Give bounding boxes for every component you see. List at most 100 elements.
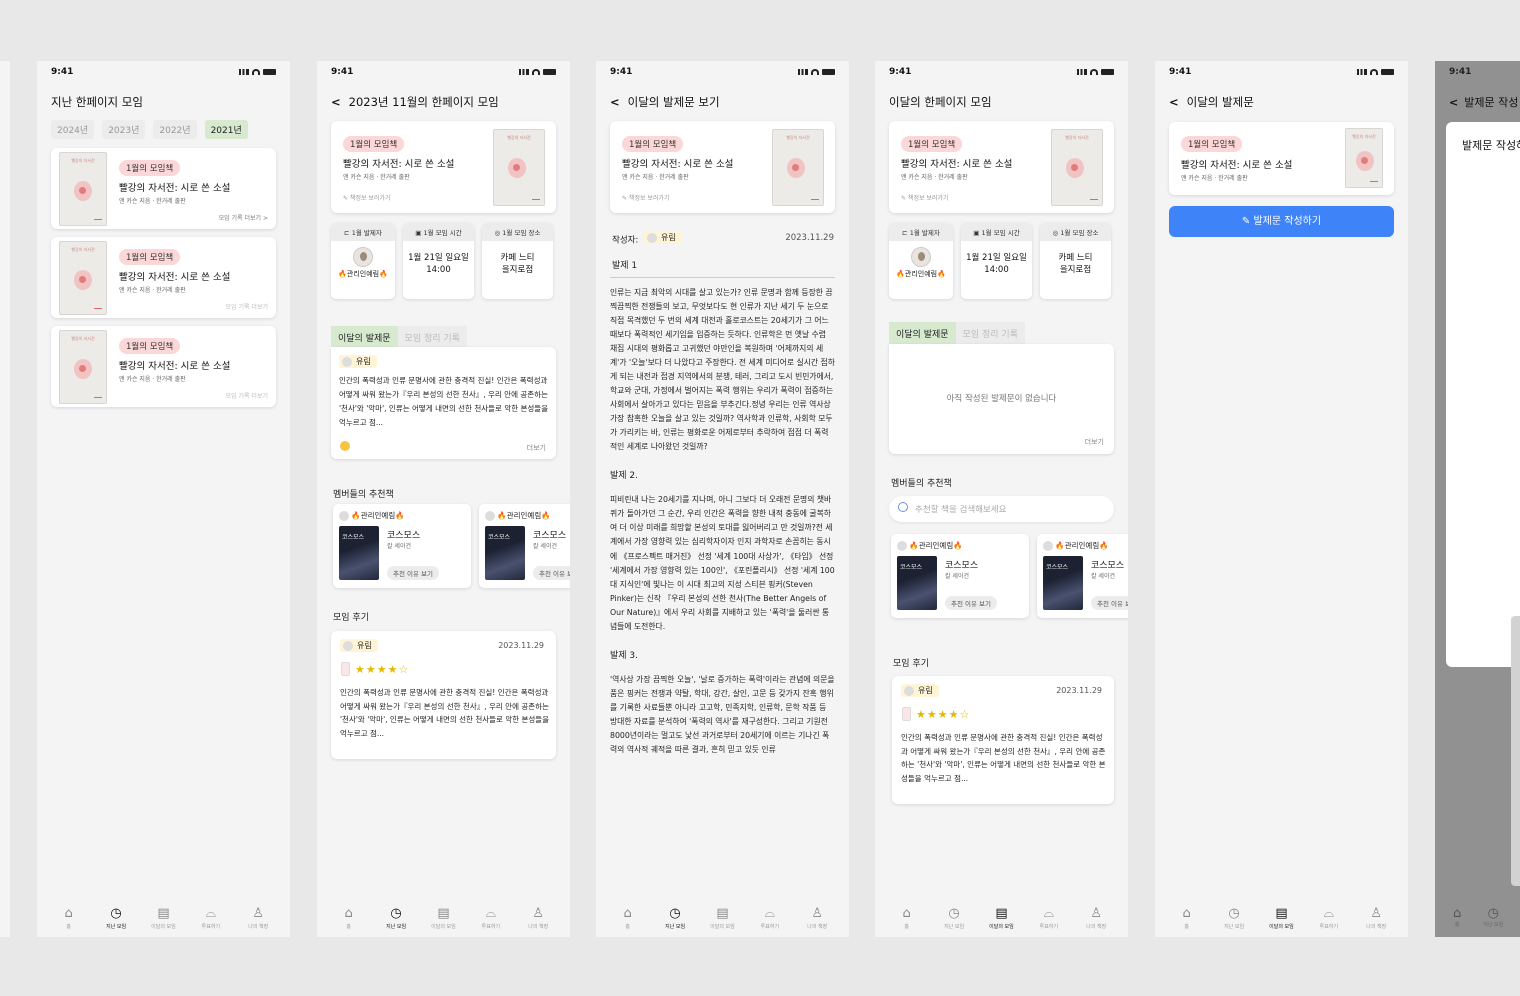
meeting-card[interactable]: 빨강의 자서전 1월의 모임책 빨강의 자서전: 시로 쓴 소설 앤 카슨 지음… <box>51 237 276 318</box>
tab-record[interactable]: 모임 정리 기록 <box>955 322 1025 345</box>
nav-mybook[interactable]: ♙ 나의 책장 <box>1353 897 1399 937</box>
tab-presentation[interactable]: 이달의 발제문 <box>331 326 398 349</box>
nav-mybook[interactable]: ♙ 나의 책장 <box>515 897 561 937</box>
person-icon: ♙ <box>1090 906 1103 921</box>
home-icon: ⌂ <box>902 906 911 921</box>
rec-reason-button[interactable]: 추천 이유 보기 <box>945 596 998 610</box>
search-icon <box>898 502 908 512</box>
nav-past[interactable]: ◷ 지난 모임 <box>1483 902 1503 937</box>
battery-icon <box>1381 69 1394 75</box>
meeting-info: ⊏ 1월 발제자 🔥관리인예림🔥 ▣ 1월 모임 시간 1월 21일 일요일 14:0… <box>889 223 1111 299</box>
year-2022-tab[interactable]: 2022년 <box>153 120 197 139</box>
nav-home[interactable]: ⌂ 홈 <box>326 897 372 937</box>
nav-mybook[interactable]: ♙ 나의 책장 <box>794 897 840 937</box>
year-2021-tab[interactable]: 2021년 <box>204 120 248 139</box>
nav-mybook[interactable]: ♙ 나의 책장 <box>1073 897 1119 937</box>
nav-vote[interactable]: ⌓ 투표하기 <box>747 897 793 937</box>
nav-month[interactable]: ▤ 이달의 모임 <box>699 897 745 937</box>
nav-vote[interactable]: ⌓ 투표하기 <box>1026 897 1072 937</box>
presentation-card[interactable]: 유림 인간의 폭력성과 인류 문명사에 관한 충격적 진실! 인간은 폭력성과 … <box>331 347 556 459</box>
nav-vote[interactable]: ⌓ 투표하기 <box>468 897 514 937</box>
tab-record[interactable]: 모임 정리 기록 <box>397 326 467 349</box>
status-bar: 9:41 <box>1169 67 1394 79</box>
book-title: 빨강의 자서전: 시로 쓴 소설 <box>119 183 231 194</box>
book-cover: 빨강의 자서전 <box>772 129 824 206</box>
nav-home[interactable]: ⌂ 홈 <box>1453 902 1461 937</box>
meeting-card[interactable]: 빨강의 자서전 1월의 모임책 빨강의 자서전: 시로 쓴 소설 앤 카슨 지음… <box>51 326 276 407</box>
more-link[interactable]: 더보기 <box>527 443 546 453</box>
nav-month[interactable]: ▤ 이달의 모임 <box>1258 897 1304 937</box>
nav-month[interactable]: ▤ 이달의 모임 <box>420 897 466 937</box>
nav-home[interactable]: ⌂ 홈 <box>605 897 651 937</box>
review-card[interactable]: 유림 2023.11.29 ★★★★☆ 인간의 폭력성과 인류 문명사에 관한 … <box>892 676 1114 804</box>
screen-this-month: 9:41 이달의 한페이지 모임 1월의 모임책 빨강의 자서전: 시로 쓴 소… <box>875 61 1128 937</box>
year-2023-tab[interactable]: 2023년 <box>102 120 146 139</box>
nav-mybook[interactable]: ♙ 나의 책장 <box>235 897 281 937</box>
book-info-link[interactable]: ✎ 책정보 보러가기 <box>901 193 948 202</box>
view-record-link[interactable]: 모임 기록 더보기 <box>226 302 268 311</box>
section-title: 멤버들의 추천책 <box>333 490 394 500</box>
book-search-input[interactable]: 추천할 책을 검색해보세요 <box>889 496 1114 522</box>
author-badge: 유림 <box>901 684 939 697</box>
signal-icon <box>798 69 808 75</box>
panel-title: 발제문 작성하 <box>1462 139 1520 152</box>
section-title: 모임 후기 <box>333 613 369 623</box>
avatar <box>647 232 658 243</box>
home-icon: ⌂ <box>1182 906 1191 921</box>
book-meta: 앤 카슨 지음 · 한거레 출판 <box>119 376 186 383</box>
scroll-handle[interactable] <box>1511 616 1520 886</box>
rec-reason-button[interactable]: 추천 이유 보기 <box>1091 596 1128 610</box>
bottom-nav: ⌂ 홈 ◷ 지난 모임 ▤ 이달의 모임 ⌓ 투표하기 ♙ 나의 책장 <box>875 897 1128 937</box>
write-presentation-button[interactable]: ✎ 발제문 작성하기 <box>1169 206 1394 237</box>
book-info-link[interactable]: ✎ 책정보 보러가기 <box>343 193 390 202</box>
review-card[interactable]: 유림 2023.11.29 ★★★★☆ 인간의 폭력성과 인류 문명사에 관한 … <box>331 631 556 759</box>
more-link[interactable]: 더보기 <box>1085 437 1104 447</box>
status-time: 9:41 <box>1449 67 1472 77</box>
page-title: < 이달의 발제문 <box>1169 95 1254 109</box>
view-record-link[interactable]: 모임 기록 더보기 <box>226 391 268 400</box>
avatar <box>904 685 914 696</box>
book-info-link[interactable]: ✎ 책정보 보러가기 <box>622 193 669 202</box>
back-icon[interactable]: < <box>331 95 341 109</box>
meeting-card[interactable]: 빨강의 자서전 1월의 모임책 빨강의 자서전: 시로 쓴 소설 앤 카슨 지음… <box>51 148 276 229</box>
book-card: 1월의 모임책 빨강의 자서전: 시로 쓴 소설 앤 카슨 지음 · 한거레 출… <box>331 121 556 213</box>
nav-vote[interactable]: ⌓ 투표하기 <box>188 897 234 937</box>
recommendation-card[interactable]: 🔥관리인예림🔥 코스모스 코스모스 칼 세이건 추천 이유 보기 <box>1037 534 1128 618</box>
nav-vote[interactable]: ⌓ 투표하기 <box>1306 897 1352 937</box>
recommendation-card[interactable]: 🔥관리인예림🔥 코스모스 코스모스 칼 세이건 추천 이유 보기 <box>333 504 471 588</box>
nav-past[interactable]: ◷ 지난 모임 <box>652 897 698 937</box>
signal-icon <box>1077 69 1087 75</box>
nav-home[interactable]: ⌂ 홈 <box>46 897 92 937</box>
nav-home[interactable]: ⌂ 홈 <box>1164 897 1210 937</box>
recommendation-card[interactable]: 🔥관리인예림🔥 코스모스 코스모스 칼 세이건 추천 이유 보기 <box>479 504 570 588</box>
wifi-icon <box>252 69 260 75</box>
year-2024-tab[interactable]: 2024년 <box>51 120 95 139</box>
nav-past[interactable]: ◷ 지난 모임 <box>93 897 139 937</box>
book-card: 1월의 모임책 빨강의 자서전: 시로 쓴 소설 앤 카슨 지음 · 한거레 출… <box>889 121 1114 213</box>
back-icon[interactable]: < <box>1169 95 1179 109</box>
question-text: 인류는 지금 최악의 시대를 살고 있는가? 인류 문명과 함께 등장한 끔찍끔… <box>610 288 835 452</box>
vote-icon: ⌓ <box>764 906 775 921</box>
tab-presentation[interactable]: 이달의 발제문 <box>889 322 956 345</box>
month-badge: 1월의 모임책 <box>622 136 684 152</box>
person-icon: ♙ <box>811 906 824 921</box>
home-icon: ⌂ <box>1453 906 1462 921</box>
nav-month[interactable]: ▤ 이달의 모임 <box>978 897 1024 937</box>
screen-presentation-view: 9:41 < 이달의 발제문 보기 1월의 모임책 빨강의 자서전: 시로 쓴 소… <box>596 61 849 937</box>
book-meta: 앤 카슨 지음 · 한거레 출판 <box>119 287 186 294</box>
month-badge: 1월의 모임책 <box>119 338 181 354</box>
nav-month[interactable]: ▤ 이달의 모임 <box>140 897 186 937</box>
nav-past[interactable]: ◷ 지난 모임 <box>1211 897 1257 937</box>
view-record-link[interactable]: 모임 기록 더보기 > <box>219 213 268 222</box>
back-icon[interactable]: < <box>1449 96 1458 109</box>
screen-presentation-write-entry: 9:41 < 이달의 발제문 1월의 모임책 빨강의 자서전: 시로 쓴 소설 앤… <box>1155 61 1408 937</box>
rec-reason-button[interactable]: 추천 이유 보기 <box>533 566 570 580</box>
nav-home[interactable]: ⌂ 홈 <box>884 897 930 937</box>
nav-past[interactable]: ◷ 지난 모임 <box>373 897 419 937</box>
recommendation-card[interactable]: 🔥관리인예림🔥 코스모스 코스모스 칼 세이건 추천 이유 보기 <box>891 534 1029 618</box>
write-panel[interactable]: 발제문 작성하 <box>1446 122 1520 667</box>
time-box: ▣ 1월 모임 시간 1월 21일 일요일 14:00 <box>961 223 1032 299</box>
nav-past[interactable]: ◷ 지난 모임 <box>931 897 977 937</box>
rec-reason-button[interactable]: 추천 이유 보기 <box>387 566 440 580</box>
back-icon[interactable]: < <box>610 95 620 109</box>
